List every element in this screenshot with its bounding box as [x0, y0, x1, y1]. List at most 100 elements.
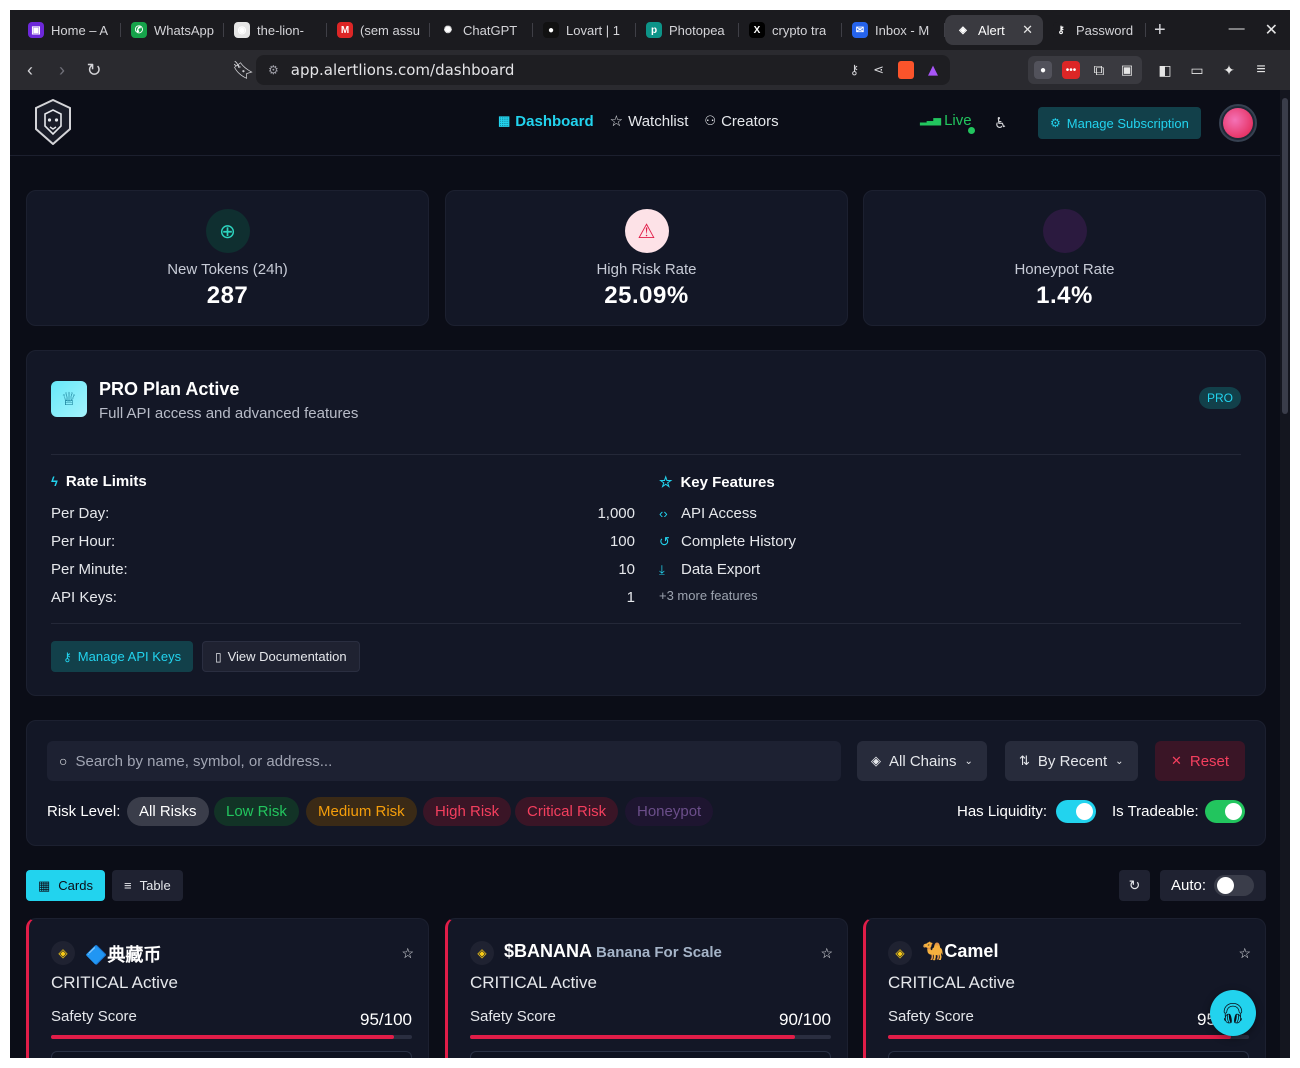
site-settings-icon[interactable]: ⚙ — [268, 63, 279, 77]
extensions-area: ● ••• ⧉ ▣ ◧ ▭ ✦ ≡ — [1028, 55, 1270, 85]
list-icon: ≡ — [124, 878, 132, 893]
alertlions-logo[interactable] — [34, 99, 72, 145]
stat-card-high-risk: ⚠ High Risk Rate 25.09% — [445, 190, 848, 326]
extension-password-icon[interactable]: ••• — [1062, 61, 1080, 79]
has-liquidity-label: Has Liquidity: — [957, 803, 1047, 820]
token-fullname: Banana For Scale — [596, 944, 722, 961]
token-card[interactable]: ◈$BANANABanana For Scale☆CRITICAL Active… — [445, 918, 848, 1058]
view-documentation-button[interactable]: ▯ View Documentation — [202, 641, 360, 672]
risk-chip[interactable]: Critical Risk — [515, 797, 618, 826]
live-dot — [967, 126, 976, 135]
nav-creators[interactable]: ⚇ Creators — [704, 112, 778, 130]
reload-icon[interactable]: ↻ — [84, 60, 104, 81]
close-window-icon[interactable]: ✕ — [1265, 20, 1278, 40]
browser-tab[interactable]: Xcrypto tra — [739, 15, 842, 45]
layers-icon: ◈ — [871, 753, 881, 769]
chatgpt-icon: ✺ — [440, 22, 456, 38]
browser-tab[interactable]: ▣Home – A — [18, 15, 121, 45]
browser-tab[interactable]: M(sem assu — [327, 15, 430, 45]
brave-rewards-icon[interactable]: ▲ — [928, 63, 938, 78]
close-tab-icon[interactable]: ✕ — [1022, 22, 1033, 38]
table-view-button[interactable]: ≡ Table — [112, 870, 183, 901]
cards-view-button[interactable]: ▦ Cards — [26, 870, 105, 901]
extension-reader-icon[interactable]: ▣ — [1118, 61, 1136, 79]
browser-tab[interactable]: ⚷Password — [1043, 15, 1146, 45]
risk-chip[interactable]: High Risk — [423, 797, 511, 826]
accessibility-icon[interactable]: ♿︎ — [994, 114, 1007, 132]
filters-panel: ○ ◈ All Chains ⌄ ⇅ By Recent ⌄ ✕ Reset R… — [26, 720, 1266, 846]
auto-refresh-toggle[interactable] — [1214, 875, 1254, 896]
token-name: $BANANABanana For Scale — [504, 941, 722, 962]
key-icon: ⚷ — [63, 650, 72, 664]
browser-tab[interactable]: ●Lovart | 1 — [533, 15, 636, 45]
bookmark-icon[interactable]: 🔖︎ — [232, 60, 252, 81]
browser-tab[interactable]: ◉the-lion- — [224, 15, 327, 45]
wallet-icon[interactable]: ▭ — [1188, 61, 1206, 79]
manage-api-keys-button[interactable]: ⚷ Manage API Keys — [51, 641, 193, 672]
code-icon: ‹› — [659, 506, 671, 521]
search-input[interactable] — [75, 753, 815, 770]
token-card[interactable]: ◈🐪Camel☆CRITICAL ActiveSafety Score95/10… — [863, 918, 1266, 1058]
risk-chip[interactable]: Low Risk — [214, 797, 299, 826]
back-icon[interactable]: ‹ — [20, 60, 40, 81]
key-feature-item: ‹› API Access — [659, 505, 757, 522]
extension-search-icon[interactable]: ● — [1034, 61, 1052, 79]
support-button[interactable]: 🎧︎ — [1210, 990, 1256, 1036]
chain-select[interactable]: ◈ All Chains ⌄ — [857, 741, 987, 781]
address-bar[interactable]: ⚙ app.alertlions.com/dashboard ⚷ ⋖ ▲ — [256, 55, 950, 85]
chain-select-label: All Chains — [889, 753, 957, 770]
home-icon: ▣ — [28, 22, 44, 38]
is-tradeable-label: Is Tradeable: — [1112, 803, 1199, 820]
search-box: ○ — [47, 741, 841, 781]
browser-tab[interactable]: ✉Inbox - M — [842, 15, 945, 45]
browser-tab[interactable]: ✆WhatsApp — [121, 15, 224, 45]
share-icon[interactable]: ⋖ — [873, 63, 884, 78]
nav-dashboard-label: Dashboard — [515, 113, 593, 130]
view-documentation-label: View Documentation — [228, 649, 347, 664]
chevron-down-icon: ⌄ — [1115, 756, 1123, 767]
watchlist-star-icon[interactable]: ☆ — [401, 945, 414, 962]
minimize-icon[interactable]: — — [1229, 20, 1245, 40]
avatar[interactable] — [1219, 104, 1257, 142]
has-liquidity-toggle[interactable] — [1056, 800, 1096, 823]
app-header: ▦ Dashboard ☆ Watchlist ⚇ Creators ▂▃▅ L… — [10, 90, 1280, 156]
gmail-icon: M — [337, 22, 353, 38]
menu-icon[interactable]: ≡ — [1252, 61, 1270, 79]
nav-watchlist-label: Watchlist — [628, 113, 688, 130]
puzzle-icon[interactable]: ⧉ — [1090, 61, 1108, 79]
is-tradeable-toggle[interactable] — [1205, 800, 1245, 823]
brave-shield-icon[interactable] — [898, 61, 914, 79]
headset-icon: 🎧︎ — [1220, 1001, 1245, 1026]
stat-card-new-tokens: ⊕ New Tokens (24h) 287 — [26, 190, 429, 326]
browser-tab[interactable]: ◈Alert✕ — [945, 15, 1043, 45]
forward-icon[interactable]: › — [52, 60, 72, 81]
reset-button[interactable]: ✕ Reset — [1155, 741, 1245, 781]
more-features-text[interactable]: +3 more features — [659, 588, 758, 603]
browser-tab[interactable]: pPhotopea — [636, 15, 739, 45]
nav-watchlist[interactable]: ☆ Watchlist — [610, 112, 689, 130]
sort-select[interactable]: ⇅ By Recent ⌄ — [1005, 741, 1138, 781]
password-key-icon[interactable]: ⚷ — [850, 63, 860, 78]
nav-dashboard[interactable]: ▦ Dashboard — [498, 112, 594, 130]
browser-tab[interactable]: ✺ChatGPT — [430, 15, 533, 45]
manage-subscription-button[interactable]: ⚙ Manage Subscription — [1038, 107, 1201, 139]
key-feature-item: ↺ Complete History — [659, 533, 796, 550]
tab-label: Inbox - M — [875, 23, 929, 38]
risk-chip[interactable]: Honeypot — [625, 797, 713, 826]
new-tab-button[interactable]: + — [1154, 19, 1166, 42]
price-box — [888, 1051, 1249, 1058]
divider — [51, 623, 1241, 624]
watchlist-star-icon[interactable]: ☆ — [820, 945, 833, 962]
page-scrollbar[interactable] — [1280, 90, 1290, 1058]
token-card[interactable]: ◈🔷典藏币☆CRITICAL ActiveSafety Score95/100 — [26, 918, 429, 1058]
refresh-button[interactable]: ↻ — [1119, 870, 1150, 901]
risk-chip[interactable]: All Risks — [127, 797, 209, 826]
nav-creators-label: Creators — [721, 113, 779, 130]
rate-limit-value: 100 — [610, 533, 635, 550]
tab-label: the-lion- — [257, 23, 304, 38]
users-icon: ⚇ — [704, 113, 716, 129]
sidebar-icon[interactable]: ◧ — [1156, 61, 1174, 79]
risk-chip[interactable]: Medium Risk — [306, 797, 417, 826]
watchlist-star-icon[interactable]: ☆ — [1238, 945, 1251, 962]
leo-ai-icon[interactable]: ✦ — [1220, 61, 1238, 79]
